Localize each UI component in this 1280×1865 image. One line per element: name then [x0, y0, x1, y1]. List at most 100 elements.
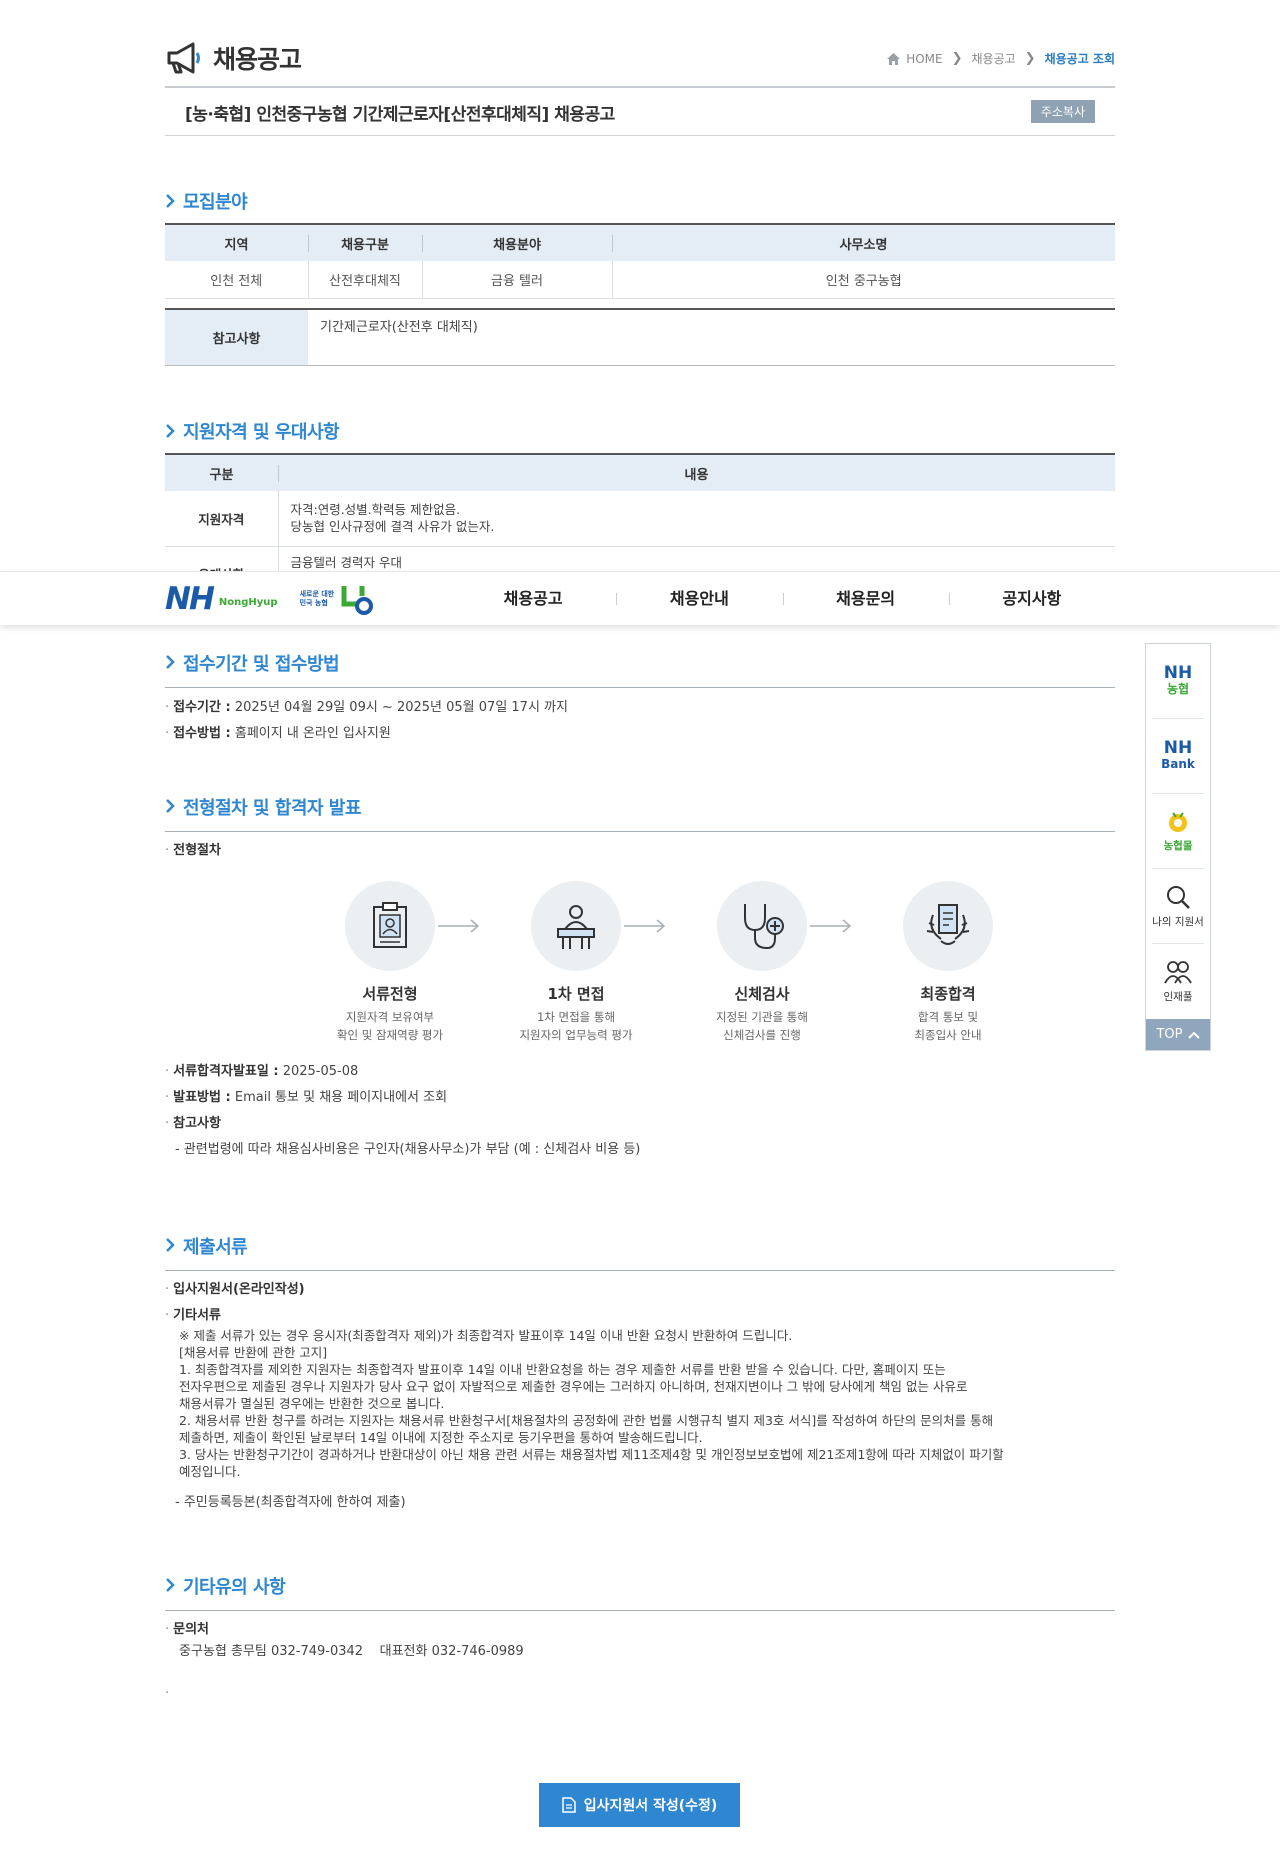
chevron-right-icon [166, 799, 175, 813]
section-etc-heading: 기타유의 사항 [165, 1573, 1115, 1611]
detail-line: 제출하면, 제출이 확인된 날로부터 14일 이내에 지정한 주소지로 등기우편… [179, 1430, 703, 1445]
step-name: 신체검사 [734, 985, 790, 1003]
detail-line: ※ 제출 서류가 있는 경우 응시자(최종합격자 제외)가 최종합격자 발표이후… [179, 1328, 793, 1343]
home-icon [887, 52, 901, 65]
nh-logo[interactable]: NH NongHyup 새로운 대한민국 농협 [165, 581, 376, 617]
list-item: · 서류합격자발표일 : 2025-05-08 [165, 1064, 359, 1079]
arrow-right-icon [624, 919, 666, 933]
quick-label: 인재풀 [1163, 991, 1193, 1003]
section-process-heading: 전형절차 및 합격자 발표 [165, 794, 1115, 832]
gnb-item-guide[interactable]: 채용안내 [616, 572, 782, 626]
col-header: 구분 [165, 454, 278, 491]
slogan-text: 새로운 대한민국 농협 [299, 590, 335, 607]
process-step: 최종합격 합격 통보 및 최종입사 안내 [878, 881, 1018, 1044]
recruit-note-table: 참고사항 기간제근로자(산전후 대체직) [165, 308, 1115, 366]
step-desc-line: 지정된 기관을 통해 [716, 1010, 808, 1024]
step-desc: 합격 통보 및최종입사 안내 [878, 1008, 1018, 1044]
section-documents-heading: 제출서류 [165, 1233, 1115, 1271]
chevron-right-icon [166, 194, 175, 208]
item-value: 2025-05-08 [282, 1064, 359, 1079]
quick-label: 나의 지원서 [1152, 915, 1204, 928]
row-label: 지원자격 [165, 491, 279, 547]
notice-title: [농·축협] 인천중구농협 기간제근로자[산전후대체직] 채용공고 [185, 105, 615, 125]
item-label: 접수방법 : [173, 726, 231, 741]
process-info-list: · 서류합격자발표일 : 2025-05-08 · 발표방법 : Email 통보 … [165, 1061, 1115, 1161]
section-title: 제출서류 [183, 1237, 248, 1258]
reception-list: · 접수기간 : 2025년 04월 29일 09시 ~ 2025년 05월 07… [165, 697, 1115, 745]
quick-label: 농협몰 [1163, 839, 1193, 852]
process-step: 신체검사 지정된 기관을 통해신체검사를 진행 [692, 881, 832, 1044]
certificate-laurel-icon [926, 904, 970, 945]
process-sub-label: · 전형절차 [165, 843, 221, 858]
documents-detail: ※ 제출 서류가 있는 경우 응시자(최종합격자 제외)가 최종합격자 발표이후… [165, 1327, 1115, 1480]
table-cell: 산전후대체직 [307, 261, 422, 299]
notice-title-bar: [농·축협] 인천중구농협 기간제근로자[산전후대체직] 채용공고 주소복사 [165, 90, 1115, 136]
quick-item-talent-pool[interactable]: 인재풀 [1152, 944, 1204, 1019]
quick-item-nh[interactable]: NH 농협 [1152, 644, 1204, 719]
section-title: 전형절차 및 합격자 발표 [183, 798, 361, 819]
documents-last-item: - 주민등록등본(최종합격자에 한하여 제출) [175, 1495, 406, 1510]
step-name: 1차 면접 [547, 985, 605, 1003]
row-label: 우대사항 [165, 546, 279, 571]
quick-item-my-application[interactable]: 나의 지원서 [1152, 869, 1204, 944]
step-icon-circle [903, 881, 993, 971]
detail-line: 1. 최종합격자를 제외한 지원자는 최종합격자 발표이후 14일 이내 반환요… [179, 1362, 946, 1377]
list-item: · 입사지원서(온라인작성) [165, 1282, 305, 1297]
step-desc-line: 최종입사 안내 [914, 1028, 982, 1042]
megaphone-icon [167, 42, 200, 74]
list-item: · 접수기간 : 2025년 04월 29일 09시 ~ 2025년 05월 07… [165, 700, 568, 715]
qualification-table-wrap: 구분 내용 지원자격 자격:연령.성별.학력등 제한없음. 당농협 인사규정에 … [165, 453, 1115, 571]
quick-item-nhbank[interactable]: NH Bank [1152, 719, 1204, 794]
nonghyup-symbol-icon [341, 586, 373, 615]
gnb-item-recruit[interactable]: 채용공고 [450, 572, 616, 626]
sub-label-text: 전형절차 [173, 843, 221, 858]
breadcrumb-home[interactable]: HOME [906, 52, 942, 66]
content-line: 금융텔러 경력자 우대 [290, 554, 402, 570]
step-icon-circle [717, 881, 807, 971]
item-value: 홈페이지 내 온라인 입사지원 [234, 726, 391, 741]
step-desc-line: 지원자격 보유여부 [345, 1010, 435, 1024]
detail-line: 전자우편으로 제출된 경우나 지원자가 당사 요구 없이 자발적으로 제출한 경… [179, 1379, 968, 1394]
top-button[interactable]: TOP [1146, 1019, 1210, 1050]
col-header: 채용분야 [422, 224, 612, 261]
breadcrumb-recruit[interactable]: 채용공고 [972, 50, 1016, 67]
process-step: 서류전형 지원자격 보유여부 확인 및 잠재역량 평가 [320, 881, 460, 1044]
step-name: 서류전형 [362, 985, 418, 1003]
step-desc: 지정된 기관을 통해신체검사를 진행 [692, 1008, 832, 1044]
list-item: · 발표방법 : Email 통보 및 채용 페이지내에서 조회 [165, 1090, 448, 1105]
step-icon-circle [531, 881, 621, 971]
content-line: 당농협 인사규정에 결격 사유가 없는자. [290, 519, 495, 535]
detail-line: 채용서류가 멸실된 경우에는 반환한 것으로 봅니다. [179, 1396, 445, 1411]
apply-button-label: 입사지원서 작성(수정) [583, 1798, 718, 1814]
copy-address-button[interactable]: 주소복사 [1030, 100, 1095, 123]
breadcrumb: HOME ❯ 채용공고 ❯ 채용공고 조회 [887, 50, 1115, 67]
step-desc-line: 신체검사를 진행 [723, 1028, 801, 1042]
interview-icon [557, 905, 595, 949]
item-label: 서류합격자발표일 : [173, 1064, 279, 1079]
section-recruit-heading: 모집분야 [165, 188, 1115, 214]
gnb-item-notice[interactable]: 공지사항 [948, 572, 1115, 626]
list-item: · 문의처 [165, 1622, 210, 1637]
stethoscope-icon [744, 904, 784, 950]
list-item: · 참고사항 [165, 1116, 221, 1131]
table-cell: 인천 중구농협 [611, 261, 1115, 299]
chevron-right-icon [166, 1238, 175, 1252]
col-header: 사무소명 [612, 224, 1115, 261]
page-title: 채용공고 [165, 40, 302, 76]
step-desc-line: 합격 통보 및 [917, 1010, 979, 1024]
quick-menu: NH 농협 NH Bank 농협몰 나의 지원서 인재풀 TOP [1145, 643, 1211, 1051]
note-label: 참고사항 [165, 309, 308, 365]
item-label: 참고사항 [173, 1116, 221, 1131]
detail-line: [채용서류 반환에 관한 고지] [179, 1345, 328, 1360]
trailing-dot: . [165, 1682, 170, 1697]
quick-item-mall[interactable]: 농협몰 [1152, 794, 1204, 869]
top-label: TOP [1156, 1027, 1183, 1042]
section-title: 기타유의 사항 [183, 1577, 286, 1598]
apply-form-button[interactable]: 입사지원서 작성(수정) [539, 1783, 740, 1827]
qualification-table: 구분 내용 지원자격 자격:연령.성별.학력등 제한없음. 당농협 인사규정에 … [165, 453, 1115, 571]
table-cell: 금융 텔러 [421, 261, 612, 299]
nh-logo-icon: NH 농협 [1164, 665, 1192, 697]
etc-list: · 문의처 중구농협 총무팀 032-749-0342 대표전화 032-746-… [165, 1619, 1115, 1701]
gnb-item-inquiry[interactable]: 채용문의 [782, 572, 949, 626]
quick-logo-bottom: Bank [1161, 757, 1195, 771]
